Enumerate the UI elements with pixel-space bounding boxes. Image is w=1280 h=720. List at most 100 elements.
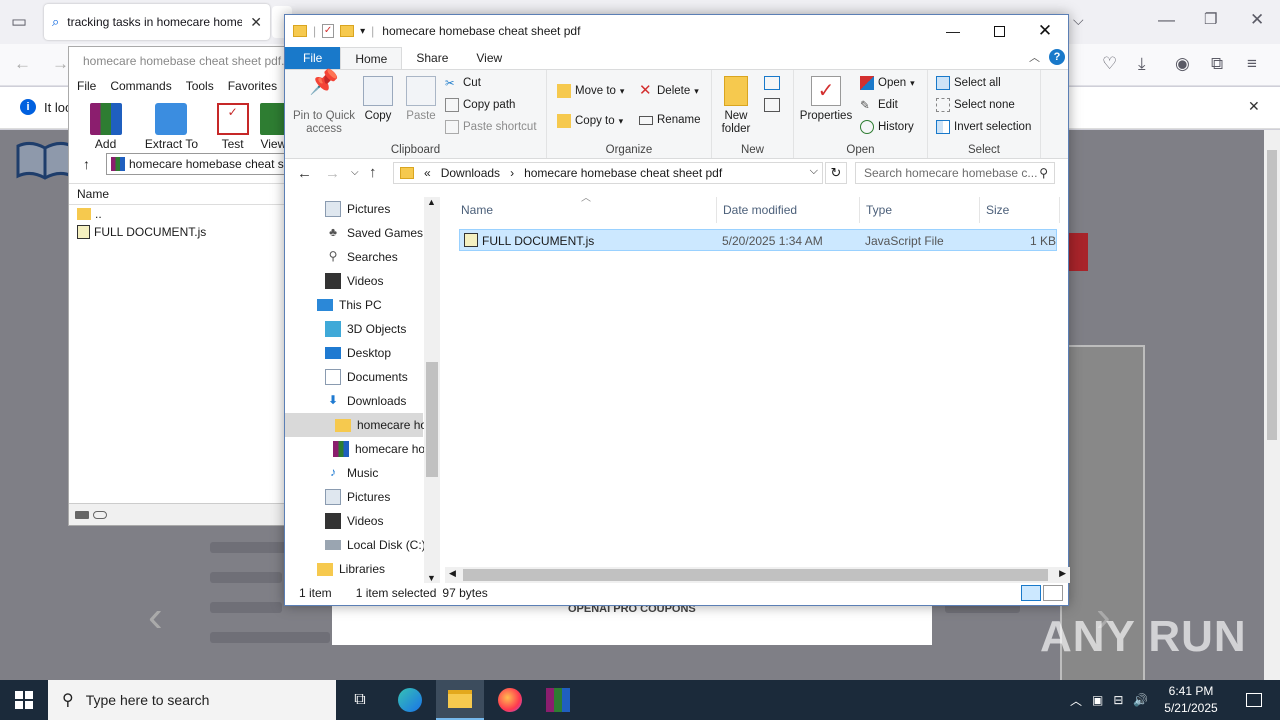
minimize-button[interactable]: — [930,15,976,47]
tab-file[interactable]: File [285,47,341,69]
refresh-button[interactable]: ↻ [825,162,847,184]
rename-button[interactable]: Rename [639,114,700,126]
forward-icon[interactable]: → [325,165,340,182]
page-scrollbar[interactable] [1264,130,1280,680]
chevron-down-icon[interactable]: ⌵ [810,165,818,178]
nav-item-pictures-2[interactable]: Pictures [325,485,390,509]
column-date-modified[interactable]: Date modified [717,197,860,223]
task-view-button[interactable]: ⧉ [336,680,384,720]
large-icons-view-button[interactable] [1043,585,1063,601]
chevron-down-icon[interactable]: ⌵ [1073,12,1084,29]
table-row[interactable]: FULL DOCUMENT.js 5/20/2025 1:34 AM JavaS… [459,229,1057,251]
taskbar-search-input[interactable]: ⚲ Type here to search [48,680,336,720]
breadcrumb-downloads[interactable]: Downloads [441,166,500,180]
copy-to-button[interactable]: Copy to ▾ [557,114,623,128]
copy-path-button[interactable]: Copy path [445,98,515,112]
back-icon[interactable]: ← [14,54,31,74]
copy-button[interactable]: Copy [363,70,393,123]
chevron-down-icon[interactable]: ▾ [360,26,365,37]
details-view-button[interactable] [1021,585,1041,601]
column-size[interactable]: Size [980,197,1060,223]
device-icon[interactable]: ▣ [1092,693,1103,707]
back-icon[interactable]: ← [297,165,312,182]
nav-item-3d-objects[interactable]: 3D Objects [325,317,406,341]
breadcrumb-current[interactable]: homecare homebase cheat sheet pdf [524,166,722,180]
menu-icon[interactable]: ≡ [1247,54,1257,74]
recent-locations-icon[interactable]: ⌵ [351,167,359,178]
pin-quick-access-button[interactable]: 📌 Pin to Quick access [289,70,359,136]
menu-commands[interactable]: Commands [110,79,171,93]
scrollbar-thumb[interactable] [426,362,438,477]
nav-item-local-disk[interactable]: Local Disk (C:) [325,533,426,557]
nav-item-homecare-archive[interactable]: homecare ho [333,437,425,461]
menu-tools[interactable]: Tools [186,79,214,93]
menu-favorites[interactable]: Favorites [228,79,277,93]
collapse-ribbon-icon[interactable]: ︿ [1029,49,1040,65]
nav-item-homecare-folder[interactable]: homecare ho [285,413,427,437]
properties-button[interactable]: ✓ Properties [798,70,854,123]
nav-item-videos-2[interactable]: Videos [325,509,383,533]
navigation-scrollbar[interactable]: ▲ ▼ [424,197,440,583]
nav-item-videos[interactable]: Videos [325,269,383,293]
edit-button[interactable]: ✎ Edit [860,98,898,112]
up-arrow-icon[interactable]: ↑ [83,156,90,172]
address-bar[interactable]: « Downloads › homecare homebase cheat sh… [393,162,823,184]
nav-item-music[interactable]: ♪ Music [325,461,378,485]
help-icon[interactable]: ? [1049,49,1065,65]
select-none-button[interactable]: Select none [936,98,1015,112]
nav-item-saved-games[interactable]: ♣ Saved Games [325,221,423,245]
column-name[interactable]: Name [455,197,717,223]
nav-item-downloads[interactable]: ⬇ Downloads [325,389,406,413]
close-button[interactable]: ✕ [1022,15,1068,47]
delete-button[interactable]: ✕ Delete ▾ [639,83,699,98]
tab-list-icon[interactable]: ▭ [11,12,27,32]
properties-icon[interactable]: ✓ [322,24,335,38]
minimize-icon[interactable]: — [1158,10,1175,30]
open-button[interactable]: Open ▾ [860,76,915,90]
winrar-column-name[interactable]: Name [69,183,289,205]
tab-view[interactable]: View [462,47,516,69]
close-icon[interactable]: ✕ [1248,98,1260,115]
scroll-up-icon[interactable]: ▲ [427,197,436,207]
nav-item-libraries[interactable]: Libraries [317,557,385,581]
nav-item-searches[interactable]: ⚲ Searches [325,245,398,269]
invert-selection-button[interactable]: Invert selection [936,120,1031,134]
maximize-button[interactable] [976,15,1022,47]
tab-home[interactable]: Home [340,47,403,69]
column-type[interactable]: Type [860,197,980,223]
new-folder-button[interactable]: New folder [716,70,756,136]
new-item-icon[interactable] [764,76,780,90]
add-button[interactable]: Add [77,97,134,151]
close-icon[interactable]: ✕ [250,14,262,31]
volume-icon[interactable]: 🔊 [1133,693,1148,707]
winrar-path-field[interactable]: homecare homebase cheat sheet pdf.zip [106,153,289,175]
account-icon[interactable]: ◉ [1175,54,1190,74]
test-button[interactable]: ✓ Test [209,97,257,151]
forward-icon[interactable]: → [52,54,69,74]
file-explorer-button[interactable] [436,680,484,720]
select-all-button[interactable]: Select all [936,76,1001,90]
explorer-titlebar[interactable]: | ✓ ▾ | homecare homebase cheat sheet pd… [285,15,1068,47]
download-icon[interactable]: ⤓ [1138,54,1146,74]
browser-tab[interactable]: ⌕ tracking tasks in homecare homebase ch… [44,4,270,40]
scrollbar-thumb[interactable] [463,569,1048,581]
menu-file[interactable]: File [77,79,96,93]
scrollbar-thumb[interactable] [1267,150,1277,440]
nav-item-this-pc[interactable]: This PC [317,293,382,317]
close-window-icon[interactable]: ✕ [1250,10,1264,30]
paste-button[interactable]: Paste [403,70,439,123]
scroll-right-icon[interactable]: ▶ [1059,568,1066,579]
paste-shortcut-button[interactable]: Paste shortcut [445,120,537,134]
nav-item-desktop[interactable]: Desktop [325,341,391,365]
taskbar-clock[interactable]: 6:41 PM 5/21/2025 [1160,683,1222,717]
list-item[interactable]: FULL DOCUMENT.js [69,223,289,241]
list-item[interactable]: .. [69,205,289,223]
winrar-taskbar-button[interactable] [534,680,582,720]
pocket-icon[interactable]: ♡ [1102,54,1117,74]
move-to-button[interactable]: Move to ▾ [557,84,624,98]
start-button[interactable] [0,680,48,720]
extensions-icon[interactable]: ⧉ [1211,54,1223,74]
scroll-left-icon[interactable]: ◀ [449,568,456,579]
prev-slide-icon[interactable]: ‹ [148,592,163,642]
up-arrow-icon[interactable]: ↑ [369,164,377,181]
